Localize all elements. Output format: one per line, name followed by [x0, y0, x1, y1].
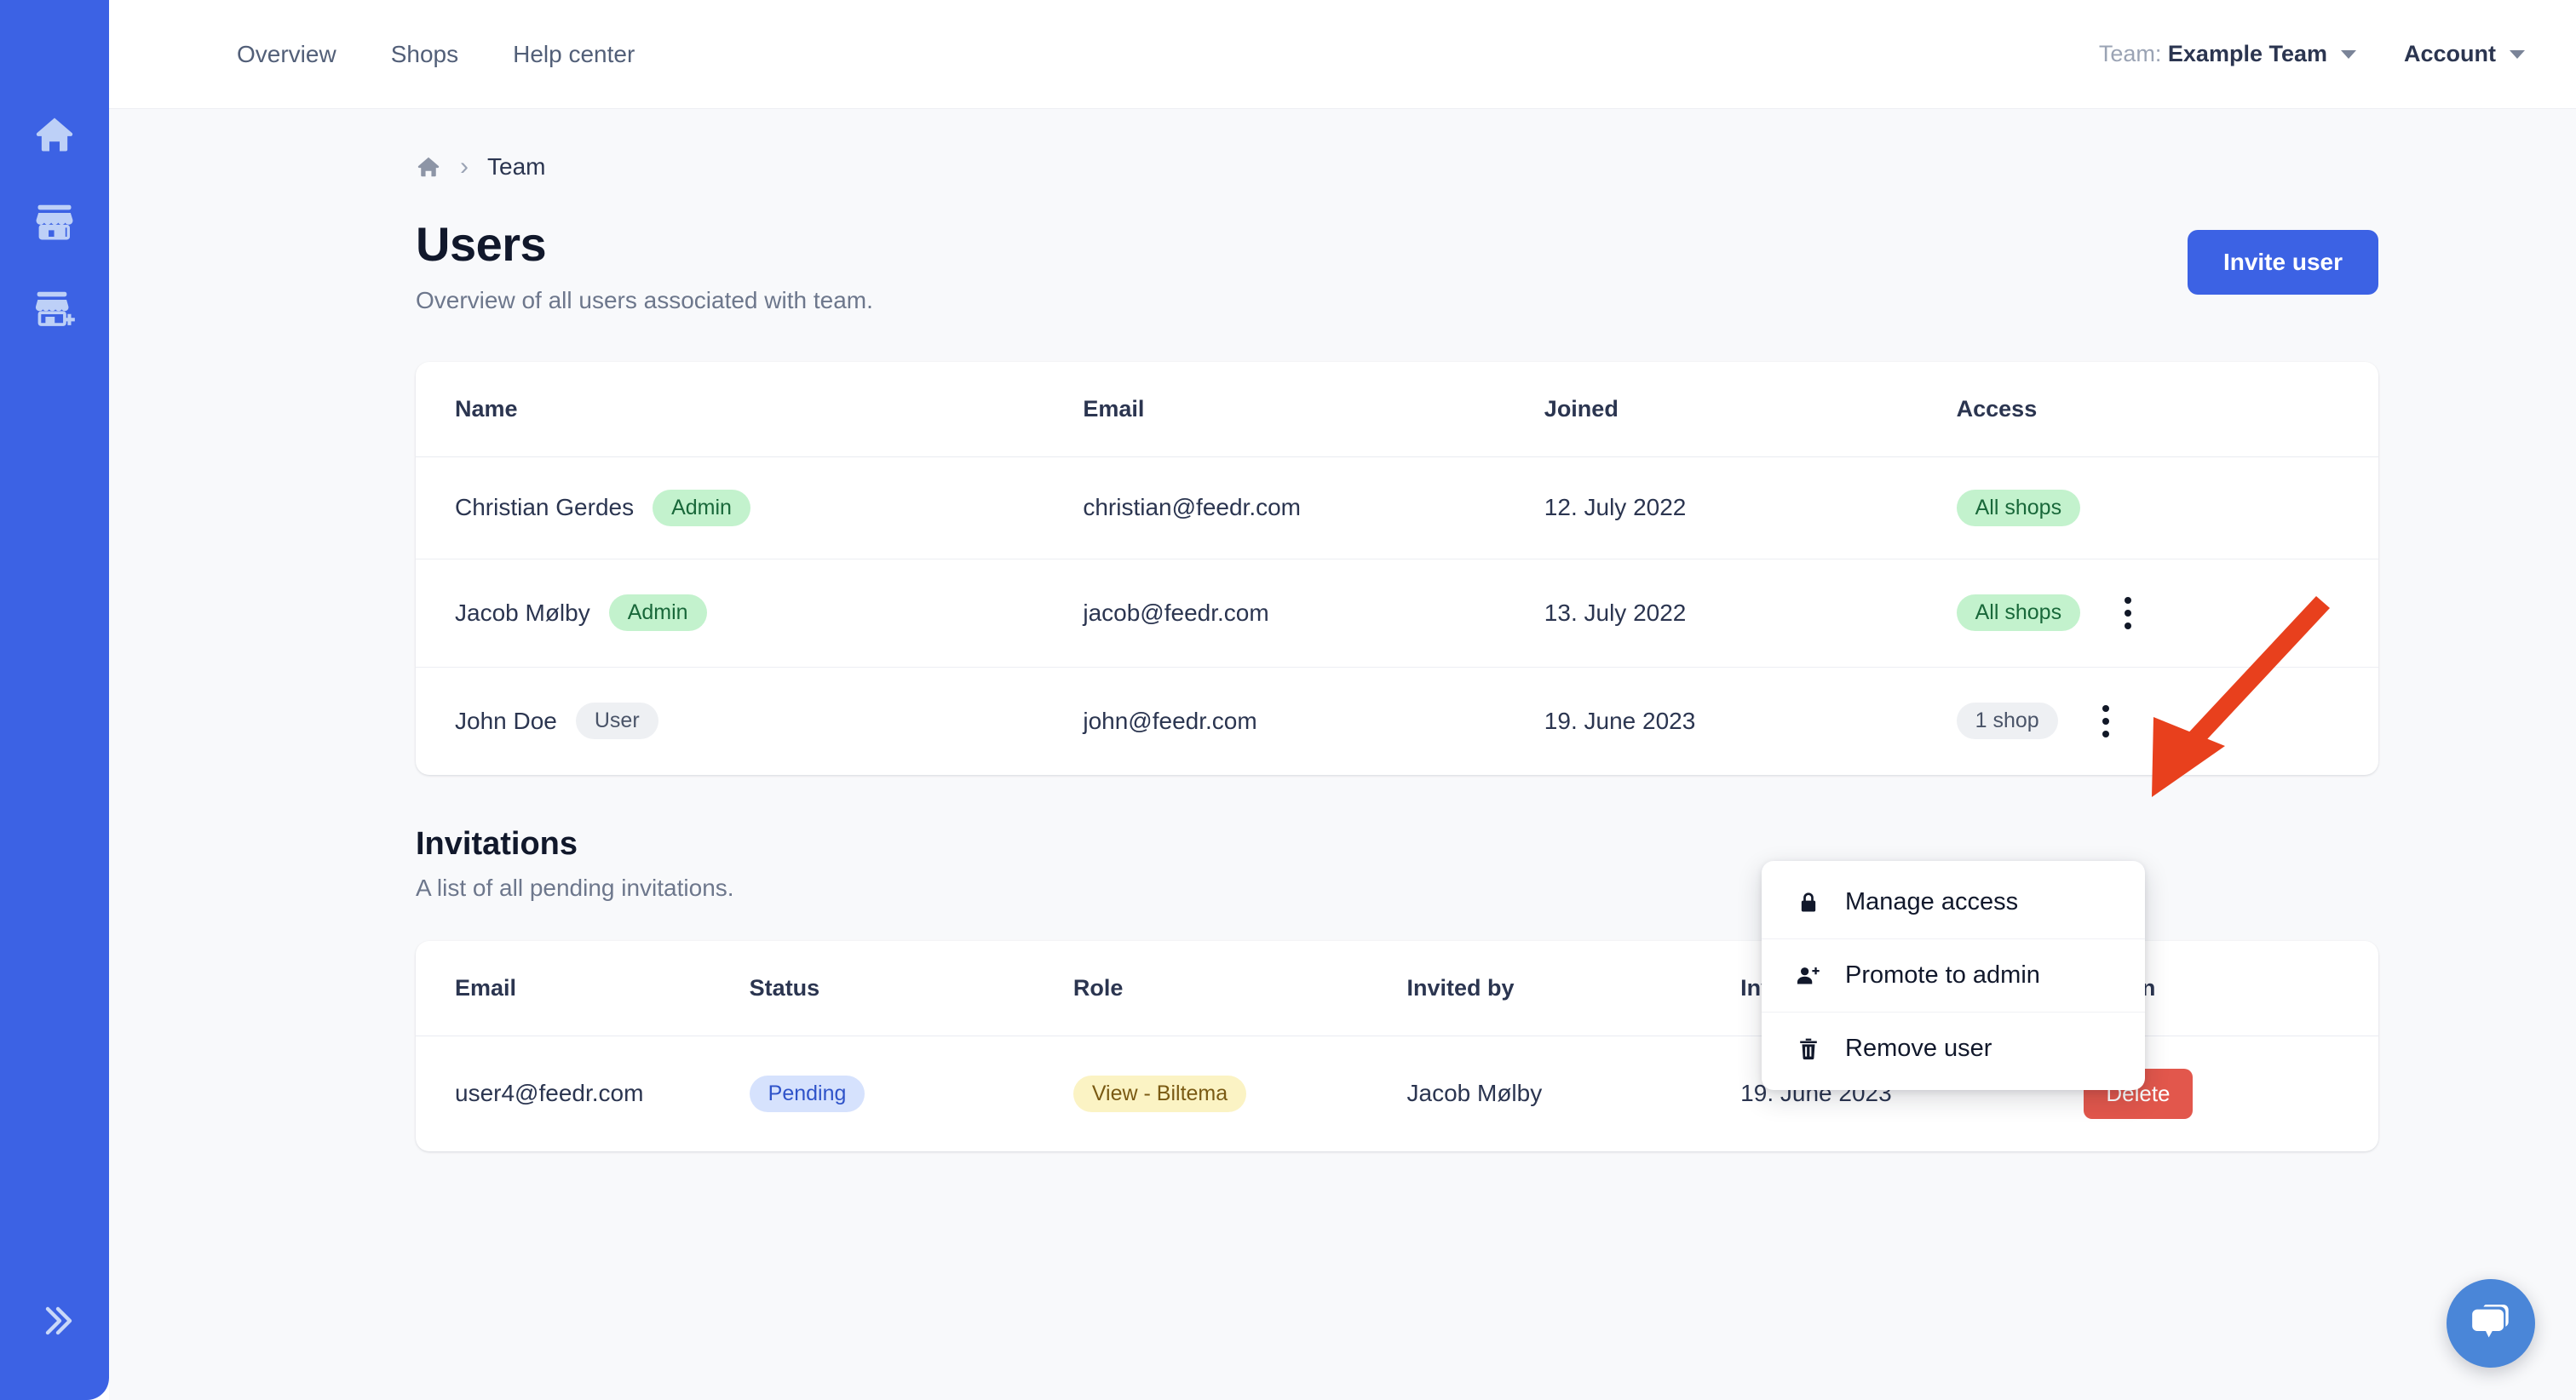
users-col-name: Name — [416, 362, 1083, 457]
inv-col-email: Email — [416, 941, 750, 1036]
inv-email: user4@feedr.com — [416, 1036, 750, 1151]
user-access-badge: All shops — [1957, 490, 2080, 526]
chat-bubble-icon — [2468, 1299, 2514, 1349]
home-icon — [32, 112, 77, 157]
team-name-label: Example Team — [2168, 41, 2327, 66]
user-name: John Doe — [455, 708, 557, 735]
menu-item-promote-to-admin[interactable]: Promote to admin — [1762, 938, 2145, 1012]
trash-icon — [1796, 1037, 1821, 1061]
user-plus-icon — [1796, 964, 1821, 988]
user-email: john@feedr.com — [1083, 667, 1544, 775]
top-bar-right: Team: Example Team Account — [2099, 41, 2525, 67]
account-menu[interactable]: Account — [2404, 41, 2525, 67]
row-actions-menu-button[interactable] — [2094, 700, 2118, 743]
sidebar-item-shops[interactable] — [24, 199, 85, 244]
store-add-icon — [32, 286, 77, 330]
menu-item-remove-user[interactable]: Remove user — [1762, 1012, 2145, 1085]
store-icon — [32, 199, 77, 244]
user-role-badge: User — [576, 703, 658, 739]
page-content: › Team Users Overview of all users assoc… — [109, 109, 2576, 1400]
nav-link-help-center[interactable]: Help center — [486, 43, 662, 66]
sidebar-collapse-button[interactable] — [0, 1300, 109, 1345]
app-root: Overview Shops Help center Team: Example… — [0, 0, 2576, 1400]
sidebar — [0, 0, 109, 1400]
invitations-title: Invitations — [416, 826, 2576, 863]
chevrons-right-icon — [34, 1300, 75, 1345]
row-context-menu: Manage access Promote to admin — [1762, 861, 2145, 1090]
table-row[interactable]: John Doe User john@feedr.com 19. June 20… — [416, 667, 2378, 775]
breadcrumb-home-icon[interactable] — [416, 154, 441, 180]
breadcrumb: › Team — [416, 153, 2576, 181]
breadcrumb-separator: › — [460, 154, 469, 180]
invitations-header: Invitations A list of all pending invita… — [416, 826, 2576, 902]
inv-col-role: Role — [1073, 941, 1407, 1036]
users-col-email: Email — [1083, 362, 1544, 457]
menu-item-label: Manage access — [1845, 888, 2018, 916]
inv-col-invited-by: Invited by — [1407, 941, 1741, 1036]
breadcrumb-current[interactable]: Team — [487, 153, 545, 181]
user-access-badge: 1 shop — [1957, 703, 2058, 739]
user-email: christian@feedr.com — [1083, 456, 1544, 559]
invite-user-button[interactable]: Invite user — [2188, 230, 2378, 295]
inv-col-status: Status — [750, 941, 1073, 1036]
nav-link-shops[interactable]: Shops — [364, 43, 486, 66]
menu-item-label: Promote to admin — [1845, 961, 2040, 990]
inv-role-badge: View - Biltema — [1073, 1076, 1246, 1112]
user-joined: 19. June 2023 — [1544, 667, 1957, 775]
menu-item-manage-access[interactable]: Manage access — [1762, 866, 2145, 938]
page-title: Users — [416, 218, 2188, 272]
table-row[interactable]: Jacob Mølby Admin jacob@feedr.com 13. Ju… — [416, 559, 2378, 667]
team-switcher[interactable]: Team: Example Team — [2099, 41, 2356, 67]
menu-item-label: Remove user — [1845, 1035, 1992, 1063]
top-bar: Overview Shops Help center Team: Example… — [109, 0, 2576, 109]
user-joined: 12. July 2022 — [1544, 456, 1957, 559]
row-actions-menu-button[interactable] — [2116, 592, 2140, 634]
user-email: jacob@feedr.com — [1083, 559, 1544, 667]
invitations-subtitle: A list of all pending invitations. — [416, 875, 2576, 902]
nav-link-overview[interactable]: Overview — [210, 43, 364, 66]
users-table: Name Email Joined Access Christian Gerde… — [416, 362, 2378, 775]
user-role-badge: Admin — [609, 594, 707, 631]
account-label: Account — [2404, 41, 2496, 67]
main-area: Overview Shops Help center Team: Example… — [109, 0, 2576, 1400]
users-col-access: Access — [1957, 362, 2378, 457]
users-table-header-row: Name Email Joined Access — [416, 362, 2378, 457]
sidebar-nav — [24, 112, 85, 330]
user-name: Jacob Mølby — [455, 600, 590, 627]
sidebar-item-add-shop[interactable] — [24, 286, 85, 330]
user-role-badge: Admin — [653, 490, 750, 526]
users-col-joined: Joined — [1544, 362, 1957, 457]
chevron-down-icon — [2341, 50, 2356, 59]
lock-icon — [1796, 891, 1821, 915]
status-badge: Pending — [750, 1076, 865, 1112]
sidebar-item-home[interactable] — [24, 112, 85, 157]
chat-widget-button[interactable] — [2447, 1279, 2535, 1368]
inv-invited-by: Jacob Mølby — [1407, 1036, 1741, 1151]
page-header: Users Overview of all users associated w… — [416, 218, 2378, 314]
user-access-badge: All shops — [1957, 594, 2080, 631]
chevron-down-icon — [2510, 50, 2525, 59]
top-nav: Overview Shops Help center — [210, 43, 662, 66]
user-name: Christian Gerdes — [455, 494, 634, 521]
team-prefix-label: Team: — [2099, 41, 2162, 66]
table-row[interactable]: Christian Gerdes Admin christian@feedr.c… — [416, 456, 2378, 559]
page-subtitle: Overview of all users associated with te… — [416, 287, 2188, 314]
users-table-card: Name Email Joined Access Christian Gerde… — [416, 362, 2378, 775]
user-joined: 13. July 2022 — [1544, 559, 1957, 667]
